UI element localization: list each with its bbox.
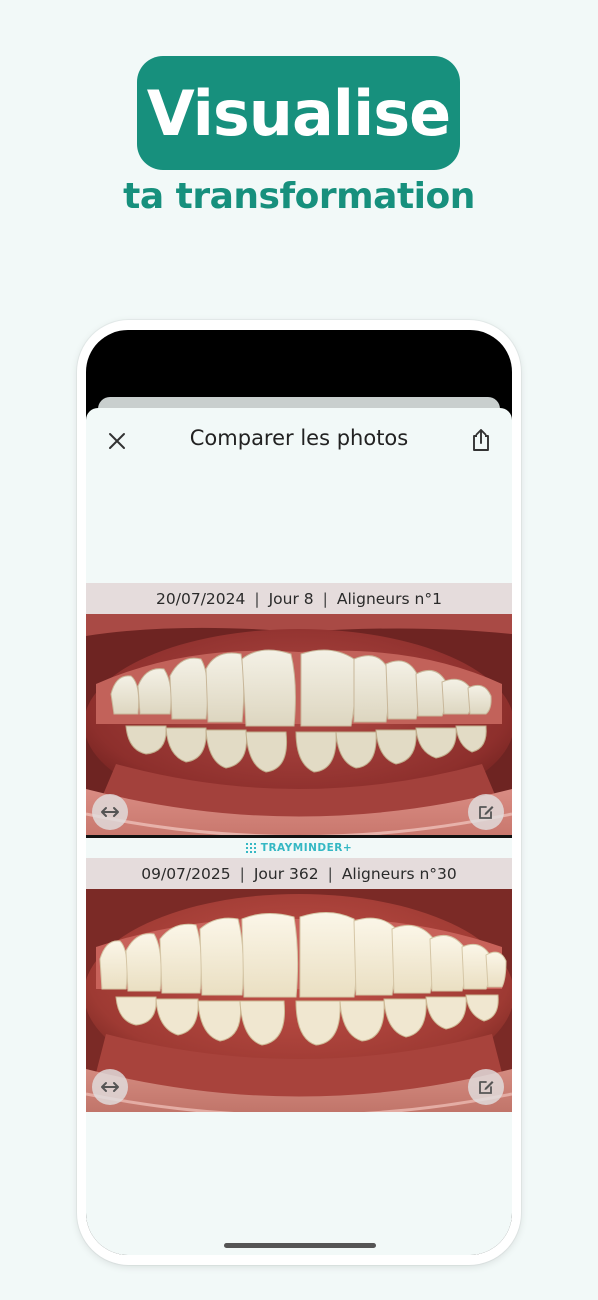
share-button[interactable]	[466, 424, 496, 456]
compare-modal: Comparer les photos 20/07/2024 | Jour 8	[86, 408, 512, 1255]
photo-aligner: Aligneurs n°1	[336, 589, 442, 608]
caption-separator: |	[239, 864, 245, 883]
brand-name: TRAYMINDER+	[260, 842, 353, 854]
photo-card-after: 09/07/2025 | Jour 362 | Aligneurs n°30	[86, 858, 512, 1112]
grid-icon	[245, 843, 256, 853]
edit-photo-button[interactable]	[468, 1069, 504, 1105]
home-indicator[interactable]	[224, 1243, 376, 1248]
edit-photo-button[interactable]	[468, 794, 504, 830]
photo-comparison: 20/07/2024 | Jour 8 | Aligneurs n°1 TRAY…	[86, 583, 512, 1112]
photo-date: 09/07/2025	[141, 864, 231, 883]
edit-icon	[479, 806, 494, 819]
photo-date: 20/07/2024	[156, 589, 246, 608]
swap-horizontal-icon	[101, 807, 119, 817]
subheadline-text: ta transformation	[123, 176, 475, 217]
close-button[interactable]	[102, 426, 132, 456]
caption-separator: |	[327, 864, 333, 883]
headline-badge: Visualise	[137, 56, 460, 170]
teeth-photo-after[interactable]	[86, 889, 512, 1112]
swap-photo-button[interactable]	[92, 1069, 128, 1105]
brand-watermark: TRAYMINDER+	[86, 838, 512, 858]
swap-horizontal-icon	[101, 1082, 119, 1092]
caption-separator: |	[254, 589, 260, 608]
close-icon	[109, 433, 125, 449]
photo-day: Jour 8	[268, 589, 314, 608]
photo-day: Jour 362	[253, 864, 319, 883]
headline-text: Visualise	[146, 76, 451, 150]
photo-card-before: 20/07/2024 | Jour 8 | Aligneurs n°1	[86, 583, 512, 838]
photo-caption: 20/07/2024 | Jour 8 | Aligneurs n°1	[86, 583, 512, 614]
photo-aligner: Aligneurs n°30	[341, 864, 457, 883]
phone-screen: Comparer les photos 20/07/2024 | Jour 8	[86, 330, 512, 1255]
caption-separator: |	[322, 589, 328, 608]
edit-icon	[479, 1081, 494, 1094]
teeth-photo-before[interactable]	[86, 614, 512, 835]
phone-frame: Comparer les photos 20/07/2024 | Jour 8	[77, 320, 521, 1265]
photo-caption: 09/07/2025 | Jour 362 | Aligneurs n°30	[86, 858, 512, 889]
modal-header: Comparer les photos	[86, 408, 512, 478]
share-icon	[473, 429, 489, 451]
swap-photo-button[interactable]	[92, 794, 128, 830]
modal-title: Comparer les photos	[189, 426, 409, 450]
